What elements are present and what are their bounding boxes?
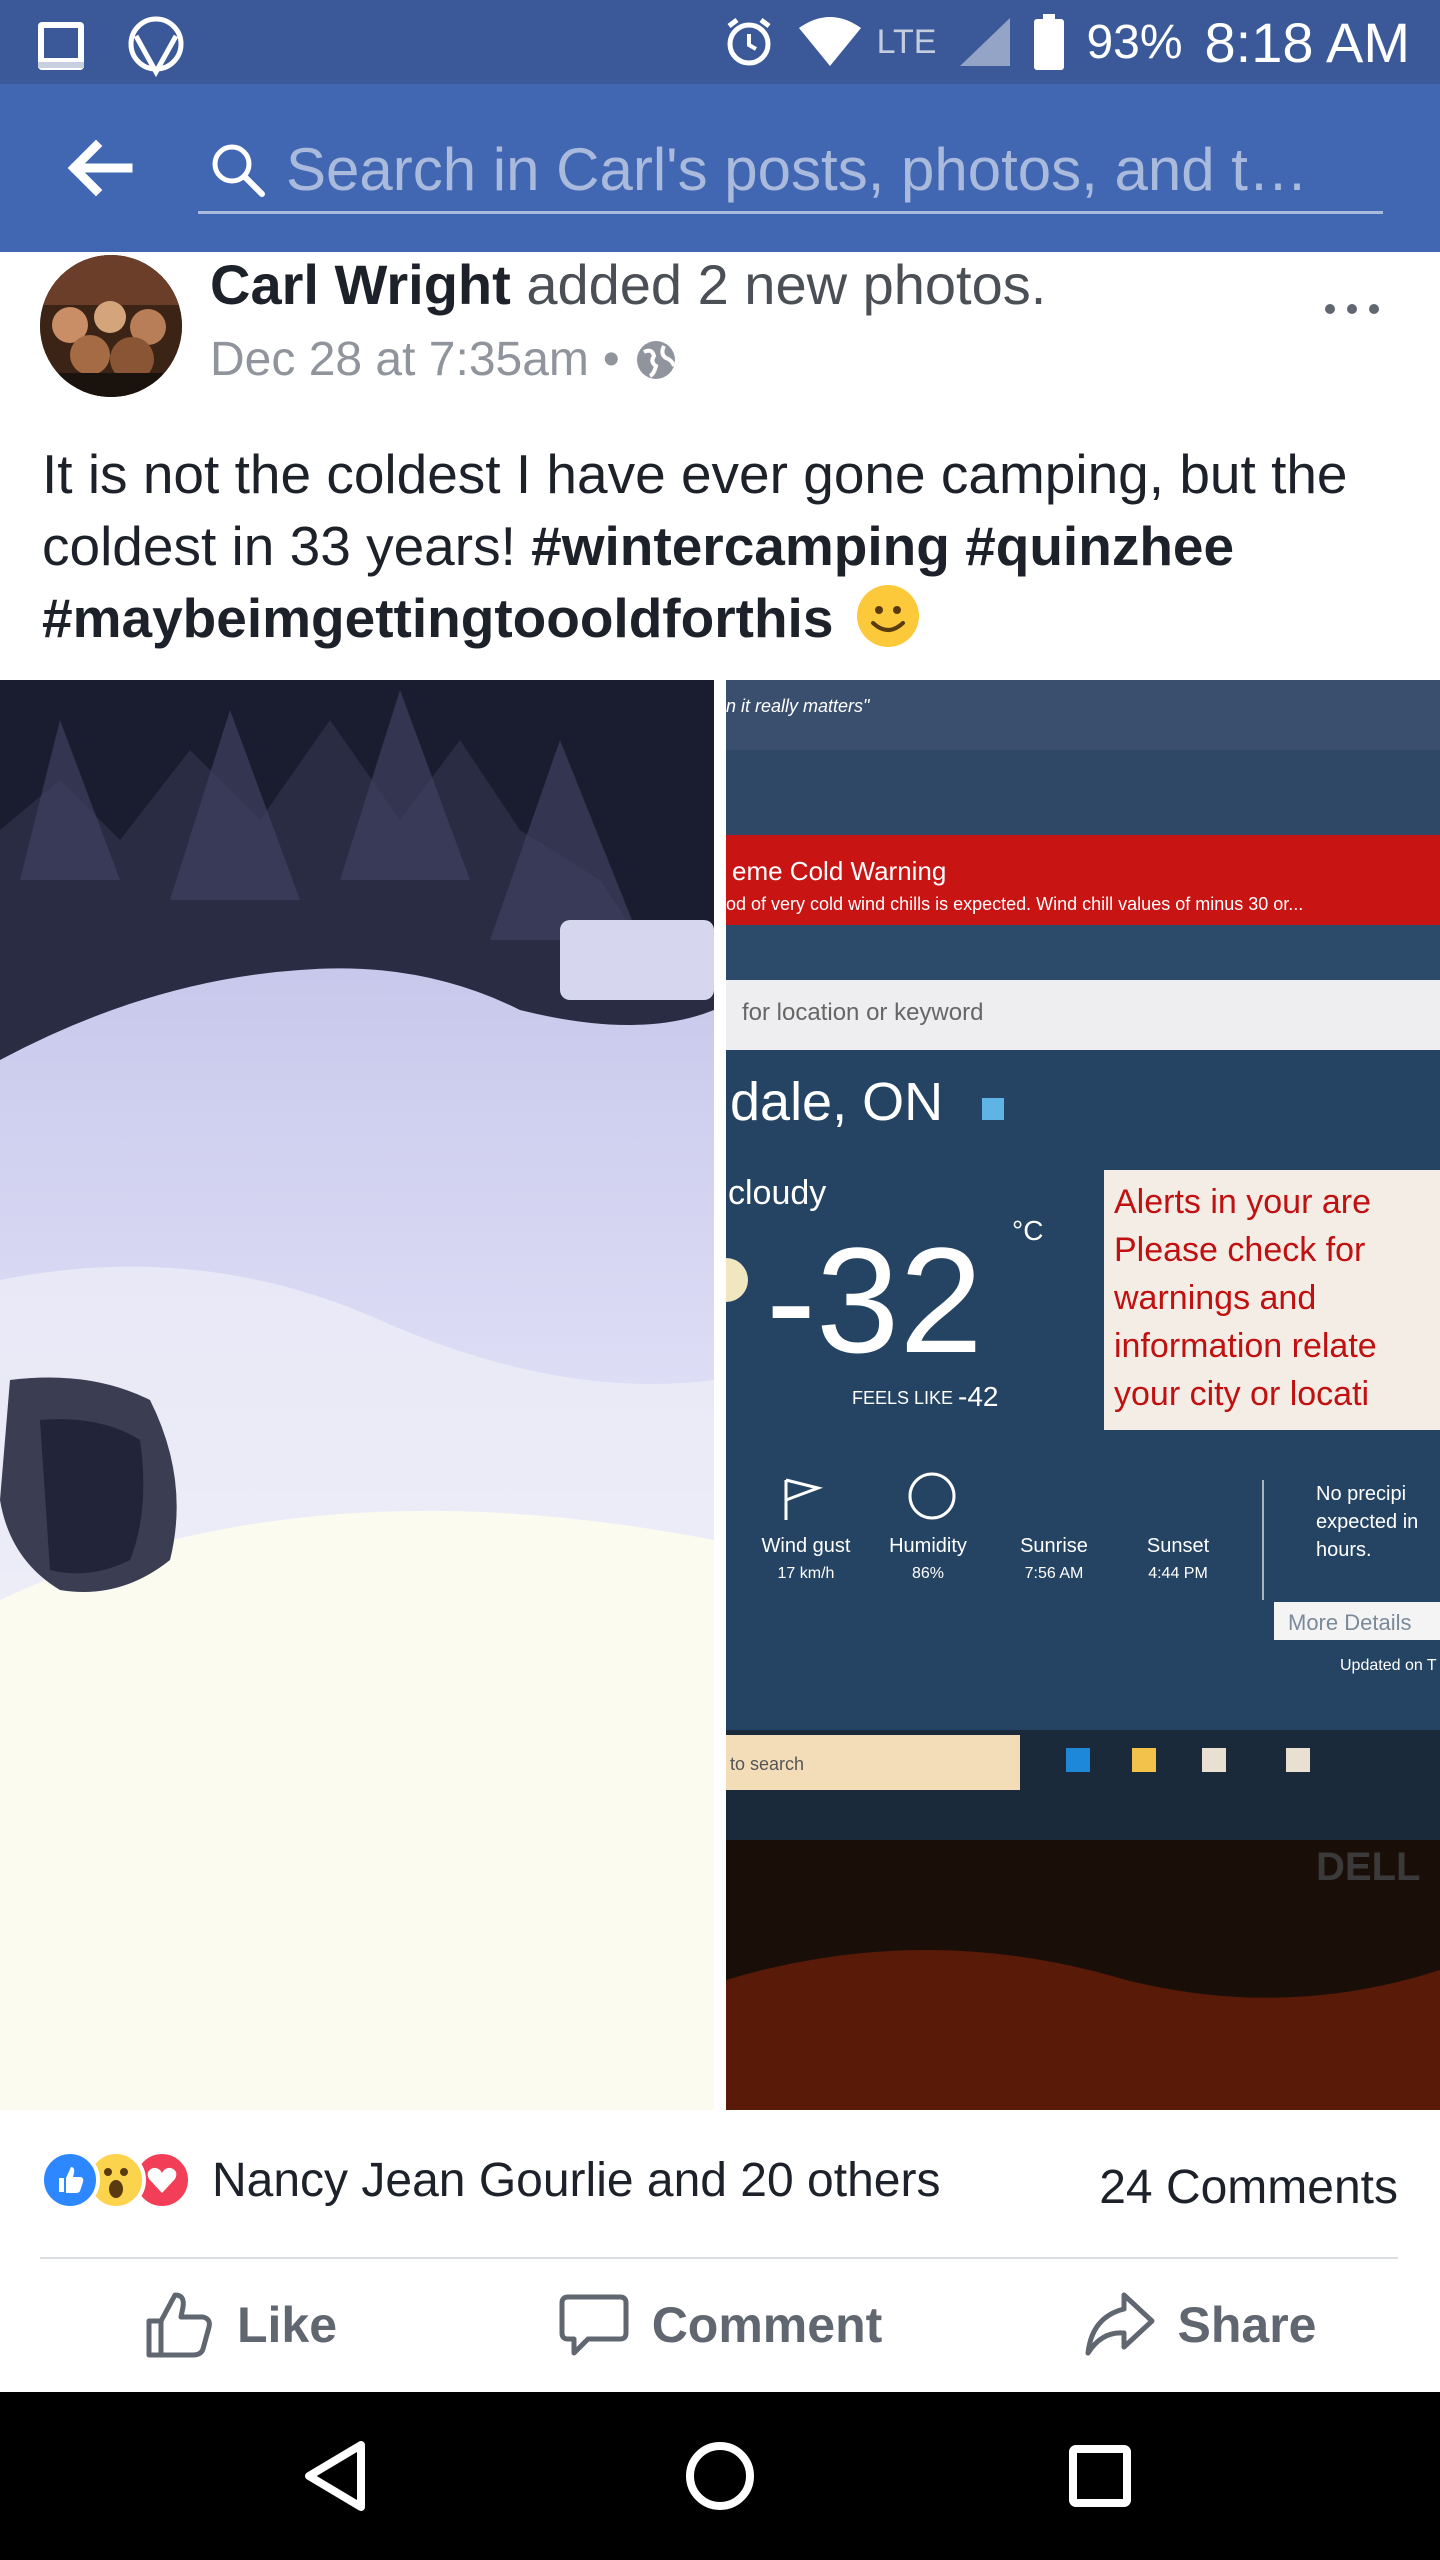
status-bar: LTE 93% 8:18 AM (0, 0, 1440, 84)
search-input[interactable] (286, 135, 1383, 204)
snow-shelter-image (0, 680, 714, 2110)
photo-weather-screen[interactable]: n it really matters" eme Cold Warning od… (726, 680, 1440, 2110)
screen-stat-label: Sunset (1147, 1535, 1210, 1557)
screen-condition: cloudy (728, 1174, 826, 1212)
meta-separator: • (602, 333, 620, 386)
comment-label: Comment (651, 2297, 883, 2353)
screen-feels-value: -42 (958, 1381, 998, 1412)
wifi-icon (798, 17, 861, 66)
screen-taskbar-search: to search (730, 1754, 804, 1774)
screen-temperature: -32 (766, 1216, 983, 1384)
screen-tagline: n it really matters" (726, 696, 871, 716)
alarm-icon (727, 18, 771, 66)
screen-stat-label: Sunrise (1020, 1535, 1088, 1557)
share-button[interactable]: Share (960, 2260, 1440, 2390)
reactions-text: Nancy Jean Gourlie and 20 others (212, 2153, 941, 2207)
post-body: It is not the coldest I have ever gone c… (42, 438, 1412, 654)
recents-square-icon[interactable] (1055, 2431, 1145, 2521)
like-label: Like (236, 2297, 338, 2353)
screen-location: dale, ON (730, 1072, 943, 1132)
globe-icon (636, 340, 676, 379)
author-line: Carl Wright added 2 new photos. (210, 252, 1046, 317)
back-arrow-icon (67, 139, 133, 197)
screen-updated: Updated on T (1340, 1657, 1437, 1674)
author-name[interactable]: Carl Wright (210, 253, 511, 316)
screen-precip: No precipi expected in hours. (1316, 1483, 1419, 1561)
network-type: LTE (876, 22, 937, 61)
comment-bubble-icon (559, 2294, 629, 2356)
system-navigation-bar (0, 2392, 1440, 2560)
bible-app-icon (38, 22, 84, 70)
screen-stat-label: Wind gust (762, 1535, 851, 1557)
signal-icon (960, 18, 1011, 66)
top-navbar (0, 84, 1440, 252)
like-reaction-icon (40, 2150, 100, 2210)
search-icon (212, 144, 265, 197)
screen-stat-label: Humidity (889, 1535, 967, 1557)
divider (40, 2257, 1398, 2259)
clock: 8:18 AM (1204, 10, 1410, 74)
post-meta: Dec 28 at 7:35am • (210, 332, 678, 387)
post-options-button[interactable] (1324, 262, 1380, 331)
post-timestamp[interactable]: Dec 28 at 7:35am (210, 332, 589, 387)
share-label: Share (1177, 2297, 1317, 2353)
screen-stat-value: 4:44 PM (1148, 1565, 1208, 1582)
screen-stat-value: 17 km/h (778, 1565, 835, 1582)
action-bar: Like Comment Share (0, 2260, 1440, 2390)
comment-button[interactable]: Comment (480, 2260, 960, 2390)
screen-stat-value: 7:56 AM (1025, 1565, 1084, 1582)
like-button[interactable]: Like (0, 2260, 480, 2390)
screen-feels-label: FEELS LIKE (852, 1388, 953, 1408)
hashtag-wintercamping[interactable]: #wintercamping (531, 515, 950, 577)
comments-count[interactable]: 24 Comments (1099, 2160, 1398, 2215)
shield-app-icon (128, 16, 184, 78)
battery-icon (1034, 14, 1065, 70)
photo-snow-shelter[interactable] (0, 680, 714, 2110)
more-dots-icon (1325, 304, 1379, 314)
post-action: added 2 new photos. (510, 253, 1047, 316)
screen-search-hint: for location or keyword (742, 999, 983, 1026)
search-bar[interactable] (198, 128, 1383, 214)
back-button[interactable] (64, 136, 134, 200)
hashtag-quinzhee[interactable]: #quinzhee (965, 515, 1234, 577)
screen-stat-value: 86% (912, 1565, 944, 1582)
author-avatar[interactable] (40, 255, 182, 397)
screen-brand: DELL (1316, 1845, 1420, 1889)
thumbs-up-icon (146, 2292, 212, 2358)
avatar-image (40, 255, 182, 397)
share-arrow-icon (1085, 2292, 1155, 2356)
screen-alert-text: Alerts in your are Please check for warn… (1114, 1183, 1377, 1413)
screen-unit: °C (1012, 1215, 1043, 1246)
screen-more-details: More Details (1288, 1610, 1411, 1635)
back-triangle-icon[interactable] (295, 2431, 385, 2521)
reactions-summary[interactable]: Nancy Jean Gourlie and 20 others (40, 2150, 940, 2210)
smiley-emoji-icon (856, 585, 919, 647)
screen-warning-body: od of very cold wind chills is expected.… (726, 894, 1303, 914)
hashtag-maybeimgettingtoooldforthis[interactable]: #maybeimgettingtoooldforthis (42, 587, 833, 649)
screen-warning-title: eme Cold Warning (732, 856, 946, 886)
home-circle-icon[interactable] (675, 2431, 765, 2521)
weather-screen-image: n it really matters" eme Cold Warning od… (726, 680, 1440, 2110)
battery-percent: 93% (1086, 15, 1183, 69)
